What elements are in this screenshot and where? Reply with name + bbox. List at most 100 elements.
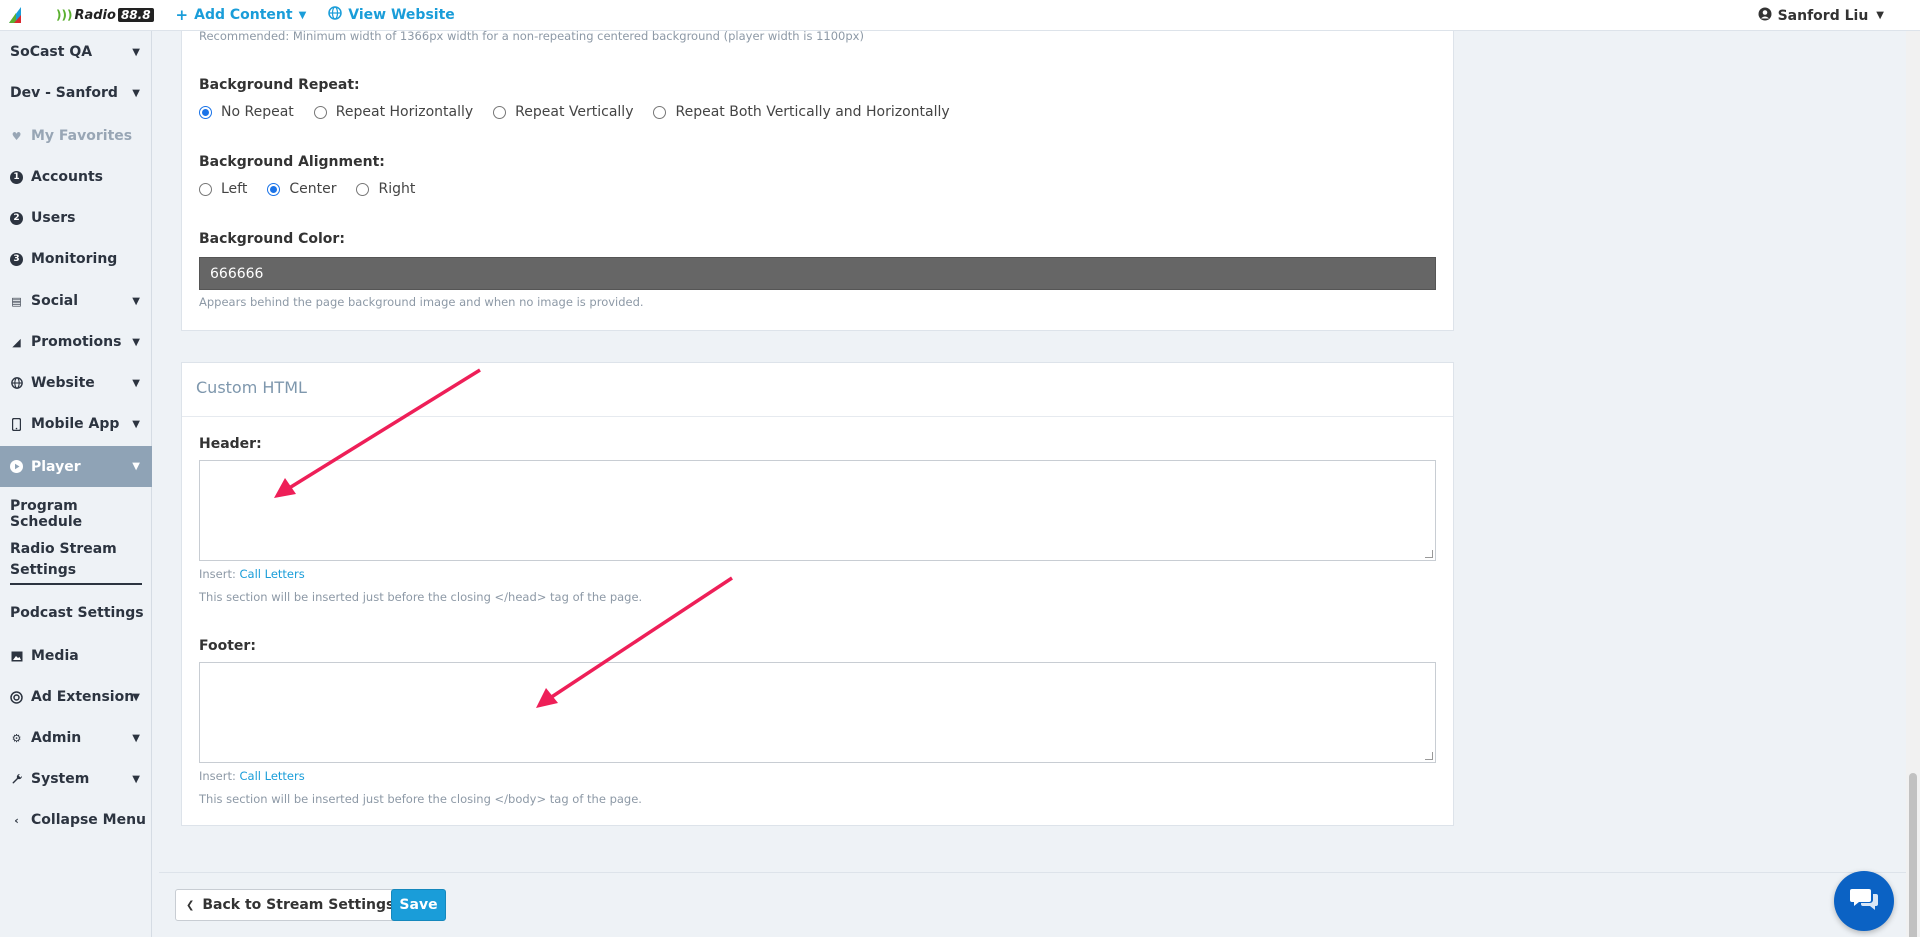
radio-button[interactable] [267,182,281,196]
user-menu[interactable]: Sanford Liu ▼ [1758,0,1884,31]
scrollbar-thumb[interactable] [1909,773,1917,937]
alignment-option-center[interactable]: Center [267,181,336,197]
chat-icon [1849,886,1879,916]
sidebar-item-users[interactable]: 2 Users [0,208,152,228]
sidebar-item-media[interactable]: Media [0,646,152,666]
sidebar-item-mobile-app[interactable]: Mobile App ▼ [0,414,152,434]
sidebar-item-accounts[interactable]: 1 Accounts [0,167,152,187]
panel-divider [182,416,1453,417]
sidebar-subitem-program-schedule[interactable]: Program Schedule [0,498,152,530]
header-label: Header: [199,436,262,452]
radio-button[interactable] [199,105,212,119]
repeat-option-vertically[interactable]: Repeat Vertically [493,104,633,120]
number-three-icon: 3 [10,252,23,266]
background-repeat-group: No Repeat Repeat Horizontally Repeat Ver… [199,104,970,120]
sidebar-item-label: Accounts [31,169,104,185]
sidebar-item-label: Mobile App [31,416,120,432]
sidebar-item-my-favorites[interactable]: ♥ My Favorites [0,126,152,146]
sidebar-item-label: Collapse Menu [31,812,147,828]
background-color-input[interactable]: 666666 [199,257,1436,290]
number-two-icon: 2 [10,211,23,225]
radio-button[interactable] [313,105,327,119]
option-label: Center [289,181,337,197]
view-website-label: View Website [348,7,455,23]
footer-hint: This section will be inserted just befor… [199,792,642,806]
sidebar-item-label: Users [31,210,76,226]
image-icon [10,650,23,663]
insert-call-letters-link[interactable]: Call Letters [240,769,305,783]
header-insert-row: Insert: Call Letters [199,567,305,581]
sidebar-item-website[interactable]: Website ▼ [0,373,152,393]
chevron-left-icon: ‹ [14,813,19,827]
sidebar-item-socast-qa[interactable]: SoCast QA ▼ [0,42,152,62]
user-name: Sanford Liu [1777,7,1869,24]
chevron-down-icon: ▼ [1876,10,1884,21]
footer-html-textarea[interactable] [199,662,1436,763]
add-content-menu[interactable]: + Add Content ▼ [176,6,307,24]
chevron-down-icon: ▼ [132,461,140,472]
brand-number: 88.8 [117,8,154,22]
chat-widget-button[interactable] [1834,871,1894,931]
sidebar-item-label: Dev - Sanford [10,85,118,101]
sidebar-item-admin[interactable]: ⚙ Admin ▼ [0,728,152,748]
alignment-option-right[interactable]: Right [356,181,415,197]
sidebar-item-label: Admin [31,730,82,746]
sidebar-item-social[interactable]: ▤ Social ▼ [0,291,152,311]
option-label: No Repeat [221,104,294,120]
footer-insert-row: Insert: Call Letters [199,769,305,783]
top-bar: ))) Radio 88.8 + Add Content ▼ View Webs… [0,0,1920,31]
radio-button[interactable] [653,105,667,119]
option-label: Left [221,181,248,197]
chevron-down-icon: ▼ [132,336,140,348]
plus-icon: + [175,6,189,24]
insert-call-letters-link[interactable]: Call Letters [240,567,305,581]
chevron-down-icon: ▼ [132,773,140,785]
repeat-option-no-repeat[interactable]: No Repeat [199,104,294,120]
station-logo[interactable]: ))) Radio 88.8 [56,8,154,23]
repeat-option-horizontally[interactable]: Repeat Horizontally [313,104,474,120]
radio-button[interactable] [356,182,370,196]
sidebar-item-label: Website [31,375,95,391]
sidebar-item-label: Podcast Settings [10,605,144,621]
background-color-hint: Appears behind the page background image… [199,295,644,309]
sidebar-item-promotions[interactable]: ◢ Promotions ▼ [0,332,152,352]
save-button[interactable]: Save [391,889,446,921]
radio-button[interactable] [493,105,507,119]
background-color-label: Background Color: [199,231,345,247]
heart-icon: ♥ [11,129,22,143]
sidebar-item-dev-sanford[interactable]: Dev - Sanford ▼ [0,83,152,103]
back-to-stream-settings-button[interactable]: ❮ Back to Stream Settings [175,889,406,921]
globe-icon [328,6,343,24]
gear-icon: ⚙ [11,731,22,745]
chevron-down-icon: ▼ [132,691,140,703]
brand-name: Radio [74,7,116,23]
header-html-textarea[interactable] [199,460,1436,561]
chevron-down-icon: ▼ [132,418,140,430]
option-label: Repeat Horizontally [335,104,474,120]
chevron-down-icon: ▼ [298,9,307,21]
page-scrollbar[interactable] [1906,31,1920,937]
sidebar-item-label: Monitoring [31,251,118,267]
user-icon [1758,7,1772,25]
repeat-option-both[interactable]: Repeat Both Vertically and Horizontally [653,104,950,120]
alignment-option-left[interactable]: Left [199,181,247,197]
sidebar-item-ad-extension[interactable]: Ad Extension ▼ [0,687,152,707]
wrench-icon [10,773,23,786]
radio-button[interactable] [199,182,212,196]
sidebar-item-player[interactable]: Player ▼ [0,446,152,487]
app-logo-icon[interactable] [0,0,30,31]
sidebar-item-label: Program Schedule [10,498,83,530]
insert-label: Insert: [199,769,236,783]
sidebar-subitem-radio-stream-settings[interactable]: Radio Stream Settings [0,539,152,585]
collapse-menu-button[interactable]: ‹ Collapse Menu [0,810,152,830]
mobile-phone-icon [10,417,23,431]
sidebar-item-monitoring[interactable]: 3 Monitoring [0,249,152,269]
view-website-link[interactable]: View Website [328,6,455,24]
chevron-down-icon: ▼ [132,377,140,389]
sidebar-item-label: Ad Extension [31,689,135,705]
sidebar-subitem-podcast-settings[interactable]: Podcast Settings [0,605,152,621]
sidebar-item-system[interactable]: System ▼ [0,769,152,789]
comment-icon: ▤ [11,294,22,308]
chevron-down-icon: ▼ [132,732,140,744]
target-icon [10,690,23,704]
